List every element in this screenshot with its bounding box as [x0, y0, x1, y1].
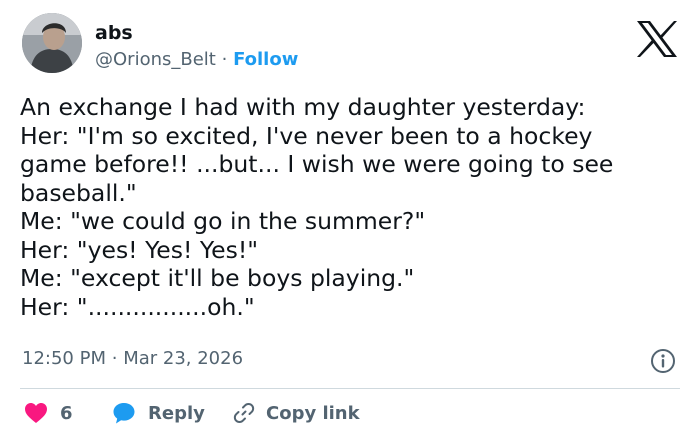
tweet-line: Her: "I'm so excited, I've never been to…	[20, 121, 593, 150]
follow-button[interactable]: Follow	[233, 49, 298, 70]
author-name[interactable]: abs	[95, 20, 133, 46]
reply-button[interactable]: Reply	[112, 396, 205, 430]
copy-link-button[interactable]: Copy link	[232, 396, 360, 430]
avatar-photo	[22, 13, 82, 73]
divider	[20, 388, 680, 389]
tweet-text: An exchange I had with my daughter yeste…	[20, 93, 690, 321]
x-logo-icon[interactable]	[636, 20, 678, 58]
heart-icon	[25, 403, 47, 423]
tweet-time: 12:50 PM	[22, 348, 106, 369]
tweet-line: Me: "we could go in the summer?"	[20, 207, 426, 235]
like-button[interactable]: 6	[24, 396, 73, 430]
link-icon	[233, 402, 255, 424]
tweet-line: Her: "yes! Yes! Yes!"	[20, 235, 259, 264]
info-icon[interactable]	[650, 348, 676, 374]
author-handle-row: @Orions_Belt · Follow	[95, 48, 298, 72]
reply-label: Reply	[148, 402, 205, 424]
tweet-line: Me: "except it'll be boys playing."	[20, 264, 415, 292]
handle-separator: ·	[221, 49, 228, 70]
like-count: 6	[60, 402, 73, 424]
author-handle[interactable]: @Orions_Belt	[95, 49, 216, 70]
tweet-line: game before!! ...but... I wish we were g…	[20, 150, 614, 178]
timestamp-separator: ·	[111, 348, 118, 369]
speech-bubble-icon	[113, 403, 135, 424]
tweet-line: Her: "................oh."	[20, 292, 255, 321]
avatar[interactable]	[22, 13, 82, 73]
copy-link-label: Copy link	[266, 402, 360, 424]
tweet-actions: 6 Reply Copy link	[0, 396, 700, 430]
tweet-line: baseball."	[20, 178, 137, 207]
tweet-line: An exchange I had with my daughter yeste…	[20, 93, 586, 121]
tweet-date: Mar 23, 2026	[123, 348, 244, 369]
tweet-timestamp[interactable]: 12:50 PM · Mar 23, 2026	[22, 346, 243, 372]
